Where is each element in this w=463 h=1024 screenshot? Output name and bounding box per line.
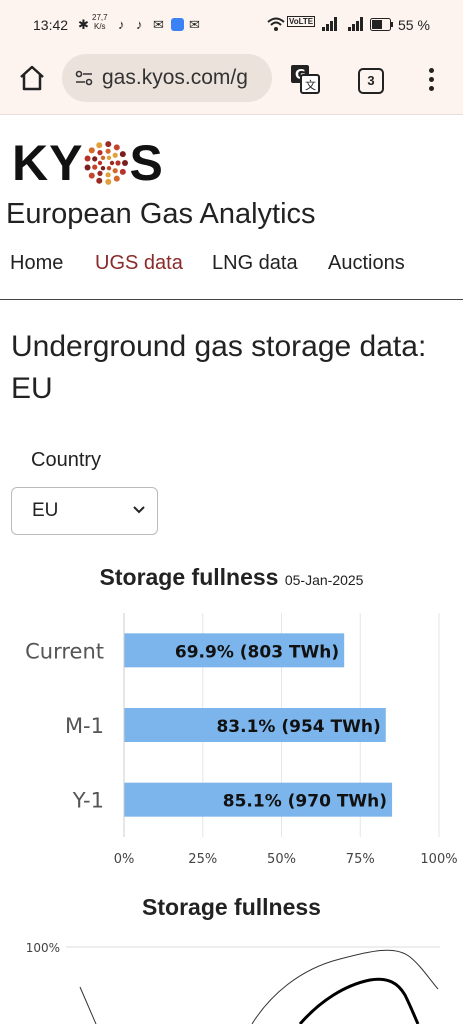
- country-select[interactable]: EU: [11, 487, 158, 535]
- x-tick-label: 75%: [346, 852, 375, 867]
- network-speed-value: 27,7: [92, 13, 108, 22]
- bar-chart-date: 05-Jan-2025: [284, 572, 364, 588]
- url-text: gas.kyos.com/g: [102, 66, 248, 89]
- logo-dot: [120, 151, 127, 158]
- nav-item-auctions[interactable]: Auctions: [328, 252, 405, 275]
- logo-dot: [92, 156, 98, 162]
- mail-icon: ✉: [153, 17, 164, 32]
- app-icon: [171, 18, 184, 31]
- logo-dot: [85, 155, 92, 162]
- logo-dot: [101, 155, 106, 161]
- logo-dot: [114, 144, 121, 151]
- x-tick-label: 25%: [188, 852, 217, 867]
- battery-percent: 55 %: [398, 17, 430, 33]
- y-tick-label: 100%: [26, 941, 60, 955]
- wifi-icon: [267, 17, 285, 31]
- network-speed-unit: K/s: [94, 22, 106, 31]
- status-time: 13:42: [33, 17, 69, 33]
- home-icon[interactable]: [14, 60, 50, 96]
- nav-item-lng-data[interactable]: LNG data: [212, 252, 298, 275]
- logo-dot: [107, 155, 112, 161]
- logo-dot: [113, 152, 119, 158]
- network-speed: 27,7 K/s: [92, 13, 108, 31]
- tiktok-icon: ♪: [118, 17, 125, 32]
- logo-dot: [105, 172, 112, 178]
- logo-dot: [110, 160, 115, 166]
- logo-dot: [120, 168, 127, 175]
- category-label: M-1: [65, 714, 104, 738]
- status-bar: 13:42 27,7 K/s ✱ ♪ ♪ ✉ ✉ VoLTE 55 %: [0, 0, 463, 48]
- logo-dot: [122, 160, 129, 166]
- nav-item-ugs-data[interactable]: UGS data: [95, 252, 183, 275]
- logo-dot: [98, 160, 103, 166]
- logo-dot: [96, 142, 103, 149]
- logo-ring-icon: [85, 141, 129, 185]
- storage-fullness-line-chart: 100%: [26, 941, 440, 1024]
- x-tick-label: 0%: [114, 852, 135, 867]
- logo-dot: [105, 148, 112, 154]
- translate-icon[interactable]: G文: [290, 64, 320, 94]
- x-tick-label: 100%: [420, 852, 457, 867]
- line-chart-title: Storage fullness: [142, 894, 321, 920]
- nav-item-home[interactable]: Home: [10, 252, 63, 275]
- page-title: Underground gas storage data: EU: [11, 330, 427, 405]
- bluetooth-icon: ✱: [78, 17, 89, 32]
- logo-dot: [92, 164, 98, 170]
- mail-icon: ✉: [189, 17, 200, 32]
- logo-dot: [107, 165, 112, 171]
- kyos-logo[interactable]: KY S: [12, 134, 164, 191]
- battery-icon: [370, 18, 393, 31]
- logo-dot: [97, 170, 104, 176]
- address-bar[interactable]: gas.kyos.com/g: [62, 54, 272, 102]
- bar-chart-title: Storage fullness 05-Jan-2025: [0, 564, 463, 591]
- logo-dot: [113, 168, 119, 174]
- logo-dot: [85, 164, 92, 171]
- site-title: European Gas Analytics: [6, 198, 316, 230]
- more-menu-icon[interactable]: [424, 66, 438, 94]
- chevron-down-icon: [133, 506, 145, 514]
- logo-dot: [89, 172, 96, 179]
- data-label: 85.1% (970 TWh): [223, 792, 387, 812]
- logo-dot: [89, 147, 96, 154]
- logo-text: S: [129, 135, 164, 191]
- storage-fullness-bar-chart: 0% 25% 50% 75% 100% Current 69.9% (803 TWh) M-1…: [25, 613, 458, 867]
- logo-dot: [101, 165, 106, 171]
- logo-dot: [115, 160, 122, 166]
- data-label: 69.9% (803 TWh): [175, 642, 339, 662]
- tiktok-icon: ♪: [136, 17, 143, 32]
- country-select-value: EU: [32, 500, 59, 521]
- category-label: Y-1: [72, 789, 104, 813]
- tab-switcher-button[interactable]: 3: [358, 68, 384, 94]
- logo-dot: [97, 150, 104, 156]
- logo-dot: [105, 178, 112, 185]
- logo-dot: [114, 175, 121, 182]
- signal-icon: [348, 17, 363, 31]
- browser-toolbar: gas.kyos.com/g G文 3: [0, 48, 463, 115]
- site-settings-icon[interactable]: [74, 68, 94, 88]
- logo-dot: [96, 177, 103, 184]
- category-label: Current: [25, 639, 104, 663]
- volte-icon: VoLTE: [287, 16, 316, 27]
- bar-chart-title-text: Storage fullness: [99, 564, 279, 590]
- series-line: [79, 986, 97, 1024]
- svg-text:文: 文: [305, 78, 316, 92]
- data-label: 83.1% (954 TWh): [216, 717, 380, 737]
- logo-text: KY: [12, 135, 84, 191]
- logo-dot: [105, 141, 112, 148]
- x-tick-label: 50%: [267, 852, 296, 867]
- signal-icon: [322, 17, 337, 31]
- nav-divider: [0, 299, 463, 300]
- series-line-current: [298, 977, 420, 1024]
- country-label: Country: [31, 449, 102, 471]
